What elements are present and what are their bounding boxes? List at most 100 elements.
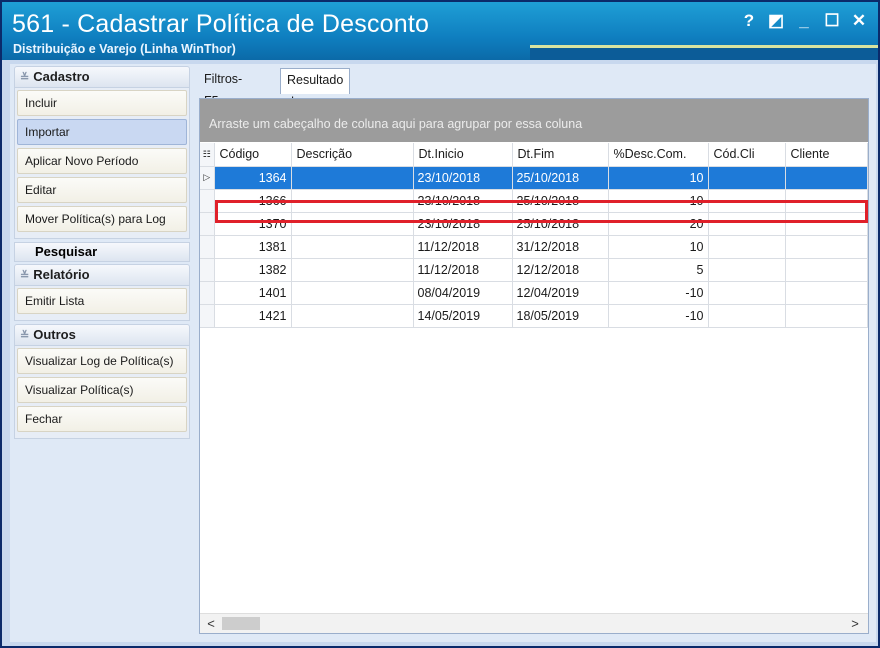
group-pesquisar-header[interactable]: Pesquisar [14, 242, 190, 262]
results-table: ☷ Código Descrição Dt.Inicio Dt.Fim %Des… [200, 143, 868, 328]
cell-desc-com[interactable]: 10 [608, 235, 709, 259]
cell-dt-fim[interactable]: 25/10/2018 [512, 189, 609, 213]
col-header-cliente[interactable]: Cliente [785, 143, 868, 167]
visualizar-log-button[interactable]: Visualizar Log de Política(s) [17, 348, 187, 374]
cell-codigo[interactable]: 1382 [214, 258, 292, 282]
cell-cod-cli[interactable] [708, 281, 786, 305]
importar-button[interactable]: Importar [17, 119, 187, 145]
cell-cod-cli[interactable] [708, 166, 786, 190]
restore-button[interactable]: ◩ [764, 10, 788, 34]
group-relatorio-header[interactable]: ≚ Relatório [14, 264, 190, 286]
help-button[interactable]: ? [737, 10, 761, 34]
window-title: 561 - Cadastrar Política de Desconto [12, 10, 430, 38]
cell-desc-com[interactable]: 5 [608, 258, 709, 282]
scrollbar-thumb[interactable] [222, 617, 260, 630]
cell-codigo[interactable]: 1366 [214, 189, 292, 213]
cell-desc-com[interactable]: -10 [608, 304, 709, 328]
cell-codigo[interactable]: 1381 [214, 235, 292, 259]
cell-dt-inicio[interactable]: 23/10/2018 [413, 166, 513, 190]
visualizar-politica-button[interactable]: Visualizar Política(s) [17, 377, 187, 403]
group-outros-header[interactable]: ≚ Outros [14, 324, 190, 346]
cell-dt-fim[interactable]: 25/10/2018 [512, 166, 609, 190]
cell-descricao[interactable] [291, 166, 414, 190]
collapse-chevron-icon: ≚ [20, 330, 30, 342]
col-header-dt-inicio[interactable]: Dt.Inicio [413, 143, 513, 167]
cell-cliente[interactable] [785, 189, 868, 213]
incluir-button[interactable]: Incluir [17, 90, 187, 116]
cell-cliente[interactable] [785, 235, 868, 259]
sidebar: ≚ Cadastro Incluir Importar Aplicar Novo … [14, 66, 190, 439]
table-row[interactable]: ▷ 1364 23/10/2018 25/10/2018 10 [200, 166, 868, 190]
cell-dt-inicio[interactable]: 14/05/2019 [413, 304, 513, 328]
cell-dt-inicio[interactable]: 11/12/2018 [413, 258, 513, 282]
cell-cliente[interactable] [785, 166, 868, 190]
cell-dt-inicio[interactable]: 23/10/2018 [413, 212, 513, 236]
col-header-codigo[interactable]: Código [214, 143, 292, 167]
cell-cod-cli[interactable] [708, 258, 786, 282]
cell-descricao[interactable] [291, 258, 414, 282]
cell-cliente[interactable] [785, 212, 868, 236]
maximize-button[interactable]: ☐ [820, 10, 844, 34]
cell-dt-inicio[interactable]: 08/04/2019 [413, 281, 513, 305]
fechar-button[interactable]: Fechar [17, 406, 187, 432]
cell-codigo[interactable]: 1370 [214, 212, 292, 236]
cell-dt-fim[interactable]: 31/12/2018 [512, 235, 609, 259]
cell-descricao[interactable] [291, 189, 414, 213]
cell-desc-com[interactable]: 10 [608, 166, 709, 190]
cell-codigo[interactable]: 1364 [214, 166, 292, 190]
mover-politica-log-button[interactable]: Mover Política(s) para Log [17, 206, 187, 232]
cell-codigo[interactable]: 1421 [214, 304, 292, 328]
cell-dt-fim[interactable]: 12/04/2019 [512, 281, 609, 305]
group-cadastro-header[interactable]: ≚ Cadastro [14, 66, 190, 88]
scroll-right-icon[interactable]: > [846, 614, 864, 633]
aplicar-novo-periodo-button[interactable]: Aplicar Novo Período [17, 148, 187, 174]
row-indicator [200, 212, 215, 236]
col-header-desc-com[interactable]: %Desc.Com. [608, 143, 709, 167]
cell-descricao[interactable] [291, 235, 414, 259]
minimize-button[interactable]: _ [792, 10, 816, 34]
title-bar[interactable]: 561 - Cadastrar Política de Desconto Dis… [2, 2, 878, 60]
cell-cliente[interactable] [785, 304, 868, 328]
cell-cod-cli[interactable] [708, 304, 786, 328]
cell-descricao[interactable] [291, 212, 414, 236]
table-row[interactable]: 1370 23/10/2018 25/10/2018 20 [200, 212, 868, 236]
col-header-dt-fim[interactable]: Dt.Fim [512, 143, 609, 167]
tab-resultado[interactable]: Resultado da Pesquisa-F6 [280, 68, 351, 153]
cell-cliente[interactable] [785, 281, 868, 305]
group-by-panel[interactable]: Arraste um cabeçalho de coluna aqui para… [200, 99, 868, 142]
table-row[interactable]: 1401 08/04/2019 12/04/2019 -10 [200, 281, 868, 305]
cell-cod-cli[interactable] [708, 212, 786, 236]
cell-dt-inicio[interactable]: 11/12/2018 [413, 235, 513, 259]
cell-dt-fim[interactable]: 25/10/2018 [512, 212, 609, 236]
column-chooser-icon[interactable]: ☷ [200, 143, 215, 167]
table-row[interactable]: 1366 23/10/2018 25/10/2018 10 [200, 189, 868, 213]
results-grid: Arraste um cabeçalho de coluna aqui para… [199, 98, 869, 634]
row-indicator [200, 281, 215, 305]
cell-cliente[interactable] [785, 258, 868, 282]
collapse-chevron-icon: ≚ [20, 270, 30, 282]
table-row[interactable]: 1381 11/12/2018 31/12/2018 10 [200, 235, 868, 259]
row-indicator [200, 258, 215, 282]
tab-filtros[interactable]: Filtros-F5 [198, 68, 248, 108]
editar-button[interactable]: Editar [17, 177, 187, 203]
cell-dt-fim[interactable]: 12/12/2018 [512, 258, 609, 282]
cell-desc-com[interactable]: 10 [608, 189, 709, 213]
cell-dt-fim[interactable]: 18/05/2019 [512, 304, 609, 328]
cell-descricao[interactable] [291, 281, 414, 305]
table-row[interactable]: 1421 14/05/2019 18/05/2019 -10 [200, 304, 868, 328]
col-header-cod-cli[interactable]: Cód.Cli [708, 143, 786, 167]
cell-cod-cli[interactable] [708, 235, 786, 259]
close-button[interactable]: ✕ [847, 10, 871, 34]
table-row[interactable]: 1382 11/12/2018 12/12/2018 5 [200, 258, 868, 282]
scroll-left-icon[interactable]: < [202, 614, 220, 633]
cell-desc-com[interactable]: -10 [608, 281, 709, 305]
cell-descricao[interactable] [291, 304, 414, 328]
title-decoration [530, 45, 878, 60]
horizontal-scrollbar[interactable]: < > [200, 613, 868, 633]
cell-codigo[interactable]: 1401 [214, 281, 292, 305]
cell-dt-inicio[interactable]: 23/10/2018 [413, 189, 513, 213]
cell-cod-cli[interactable] [708, 189, 786, 213]
col-header-descricao[interactable]: Descrição [291, 143, 414, 167]
emitir-lista-button[interactable]: Emitir Lista [17, 288, 187, 314]
cell-desc-com[interactable]: 20 [608, 212, 709, 236]
